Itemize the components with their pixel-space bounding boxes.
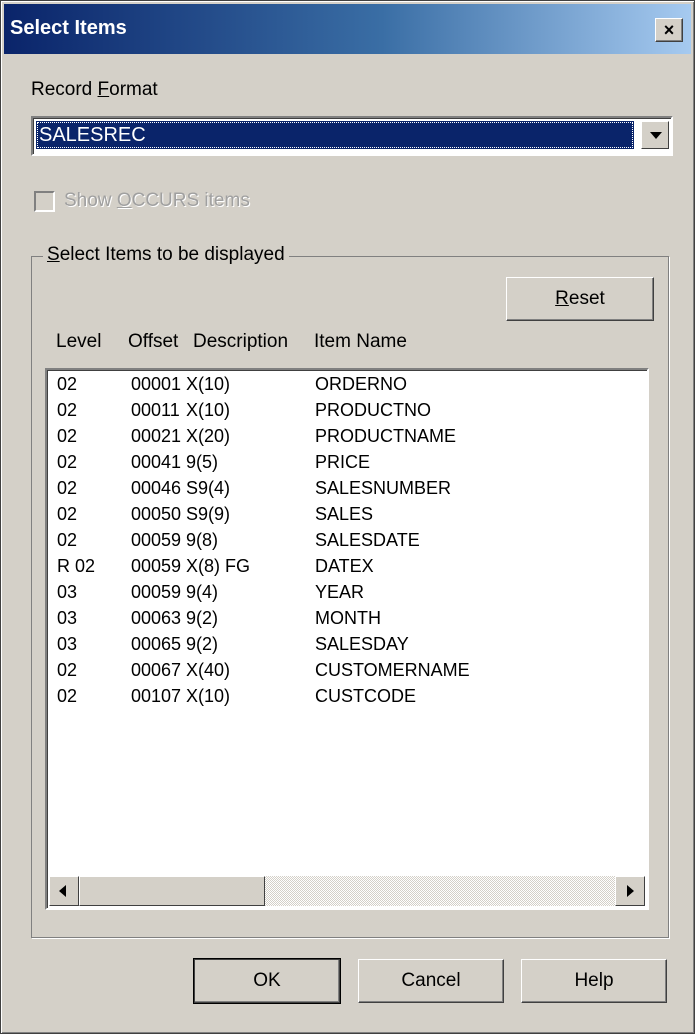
select-items-dialog: Select Items × Record Format SALESREC Sh… [0, 0, 695, 1034]
scrollbar-thumb[interactable] [79, 876, 265, 906]
item-name: MONTH [315, 608, 381, 628]
item-offset: 00059 [131, 530, 182, 550]
items-listbox[interactable]: 02 00001 X(10) ORDERNO 02 00011 X(10) PRODUCTNO… [45, 368, 649, 910]
item-description: X(10) [186, 400, 231, 420]
item-description: 9(2) [186, 634, 219, 654]
item-level: R 02 [57, 556, 96, 576]
horizontal-scrollbar[interactable] [49, 876, 645, 906]
group-label: Select Items to be displayed [43, 244, 289, 266]
list-item[interactable]: 02 00001 X(10) ORDERNO [47, 374, 637, 400]
item-name: PRICE [315, 452, 371, 472]
scroll-left-button[interactable] [49, 876, 79, 906]
arrow-right-icon [627, 885, 634, 897]
item-name: CUSTCODE [315, 686, 417, 706]
item-offset: 00107 [131, 686, 182, 706]
item-name: SALES [315, 504, 374, 524]
item-level: 02 [57, 478, 78, 498]
column-header-offset: Offset [128, 331, 179, 352]
item-description: 9(2) [186, 608, 219, 628]
item-name: YEAR [315, 582, 365, 602]
chevron-down-icon [650, 132, 662, 139]
item-name: SALESDAY [315, 634, 409, 654]
item-description: X(10) [186, 686, 231, 706]
item-description: 9(8) [186, 530, 219, 550]
item-offset: 00063 [131, 608, 182, 628]
list-item[interactable]: 02 00021 X(20) PRODUCTNAME [47, 426, 637, 452]
close-icon: × [663, 20, 675, 40]
item-description: X(40) [186, 660, 231, 680]
item-level: 02 [57, 400, 78, 420]
column-header-level: Level [56, 331, 102, 352]
item-name: CUSTOMERNAME [315, 660, 470, 680]
column-header-description: Description [193, 331, 289, 352]
record-format-dropdown[interactable]: SALESREC [31, 116, 673, 156]
show-occurs-label: Show OCCURS items [64, 190, 250, 211]
help-button[interactable]: Help [521, 959, 667, 1003]
cancel-button[interactable]: Cancel [358, 959, 504, 1003]
column-header-item-name: Item Name [314, 331, 407, 352]
item-level: 02 [57, 452, 78, 472]
list-item[interactable]: 02 00046 S9(4) SALESNUMBER [47, 478, 637, 504]
title-bar[interactable]: Select Items × [4, 4, 691, 54]
item-name: PRODUCTNO [315, 400, 431, 420]
item-offset: 00046 [131, 478, 182, 498]
list-item[interactable]: R 02 00059 X(8) FG DATEX [47, 556, 637, 582]
dropdown-arrow-button[interactable] [641, 121, 669, 149]
item-level: 02 [57, 426, 78, 446]
item-description: S9(9) [186, 504, 231, 524]
list-item[interactable]: 03 00065 9(2) SALESDAY [47, 634, 637, 660]
item-offset: 00050 [131, 504, 182, 524]
item-offset: 00059 [131, 556, 182, 576]
item-name: DATEX [315, 556, 374, 576]
item-level: 03 [57, 634, 78, 654]
show-occurs-checkbox[interactable] [34, 191, 55, 212]
ok-button[interactable]: OK [193, 958, 341, 1004]
scroll-right-button[interactable] [615, 876, 645, 906]
list-item[interactable]: 02 00059 9(8) SALESDATE [47, 530, 637, 556]
item-level: 02 [57, 504, 78, 524]
item-description: S9(4) [186, 478, 231, 498]
item-description: 9(5) [186, 452, 219, 472]
item-offset: 00021 [131, 426, 182, 446]
item-name: SALESDATE [315, 530, 420, 550]
list-item[interactable]: 02 00067 X(40) CUSTOMERNAME [47, 660, 637, 686]
item-offset: 00041 [131, 452, 182, 472]
item-description: X(8) FG [186, 556, 251, 576]
dialog-title: Select Items [10, 17, 127, 39]
item-description: 9(4) [186, 582, 219, 602]
item-offset: 00065 [131, 634, 182, 654]
item-name: ORDERNO [315, 374, 408, 394]
list-item[interactable]: 02 00011 X(10) PRODUCTNO [47, 400, 637, 426]
item-level: 03 [57, 582, 78, 602]
item-description: X(20) [186, 426, 231, 446]
item-name: PRODUCTNAME [315, 426, 457, 446]
item-level: 02 [57, 374, 78, 394]
item-name: SALESNUMBER [315, 478, 452, 498]
item-level: 02 [57, 660, 78, 680]
item-level: 02 [57, 686, 78, 706]
arrow-left-icon [59, 885, 66, 897]
list-item[interactable]: 03 00059 9(4) YEAR [47, 582, 637, 608]
close-button[interactable]: × [655, 18, 683, 42]
reset-button[interactable]: Reset [506, 277, 654, 321]
item-description: X(10) [186, 374, 231, 394]
list-item[interactable]: 02 00107 X(10) CUSTCODE [47, 686, 637, 712]
item-offset: 00067 [131, 660, 182, 680]
list-item[interactable]: 02 00041 9(5) PRICE [47, 452, 637, 478]
item-offset: 00011 [131, 400, 180, 420]
item-offset: 00059 [131, 582, 182, 602]
list-item[interactable]: 03 00063 9(2) MONTH [47, 608, 637, 634]
record-format-value: SALESREC [36, 121, 634, 149]
item-offset: 00001 [131, 374, 182, 394]
item-level: 02 [57, 530, 78, 550]
list-item[interactable]: 02 00050 S9(9) SALES [47, 504, 637, 530]
item-level: 03 [57, 608, 78, 628]
record-format-label: Record Format [31, 79, 158, 100]
